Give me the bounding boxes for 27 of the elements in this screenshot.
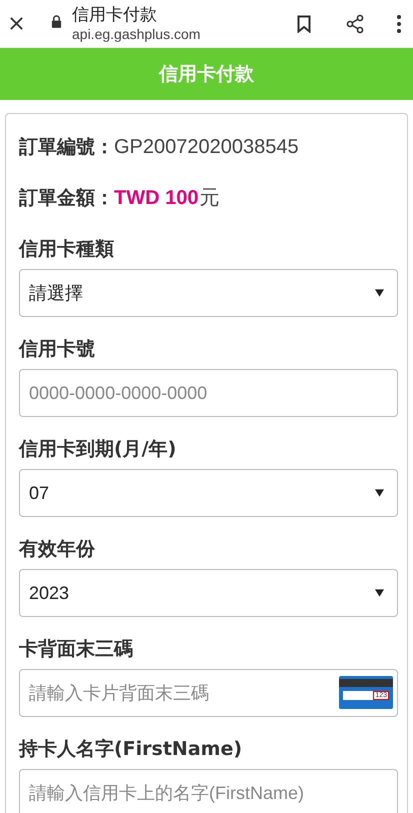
lock-icon (51, 15, 62, 28)
field-label: 信用卡種類 (19, 237, 114, 261)
share-icon[interactable] (345, 14, 365, 34)
field-label: 有效年份 (19, 537, 95, 561)
select-field[interactable]: 請選擇 (19, 269, 398, 317)
info-label: 訂單編號： (19, 135, 114, 159)
order-number: GP20072020038545 (114, 135, 299, 159)
field-label: 卡背面末三碼 (19, 637, 133, 661)
field-label: 信用卡到期(月/年) (19, 437, 176, 461)
dropdown-icon (375, 289, 384, 297)
dropdown-icon (375, 489, 384, 497)
input-field[interactable]: 請輸入信用卡上的名字(FirstName) (19, 769, 398, 813)
more-icon[interactable] (397, 14, 401, 32)
field-label: 信用卡號 (19, 337, 95, 361)
bookmark-icon[interactable] (297, 14, 311, 32)
select-field[interactable]: 2023 (19, 569, 398, 617)
currency-unit: 元 (199, 186, 220, 210)
dropdown-icon (375, 589, 384, 597)
page-url: api.eg.gashplus.com (72, 24, 202, 42)
input-field[interactable]: 0000-0000-0000-0000 (19, 369, 398, 417)
select-field[interactable]: 07 (19, 469, 398, 517)
page-title: 信用卡付款 (72, 4, 158, 24)
info-label: 訂單金額： (19, 186, 114, 210)
header-title: 信用卡付款 (159, 62, 254, 87)
order-amount: TWD 100 (114, 186, 198, 210)
close-icon[interactable] (9, 16, 24, 31)
field-label: 持卡人名字(FirstName) (19, 737, 242, 761)
